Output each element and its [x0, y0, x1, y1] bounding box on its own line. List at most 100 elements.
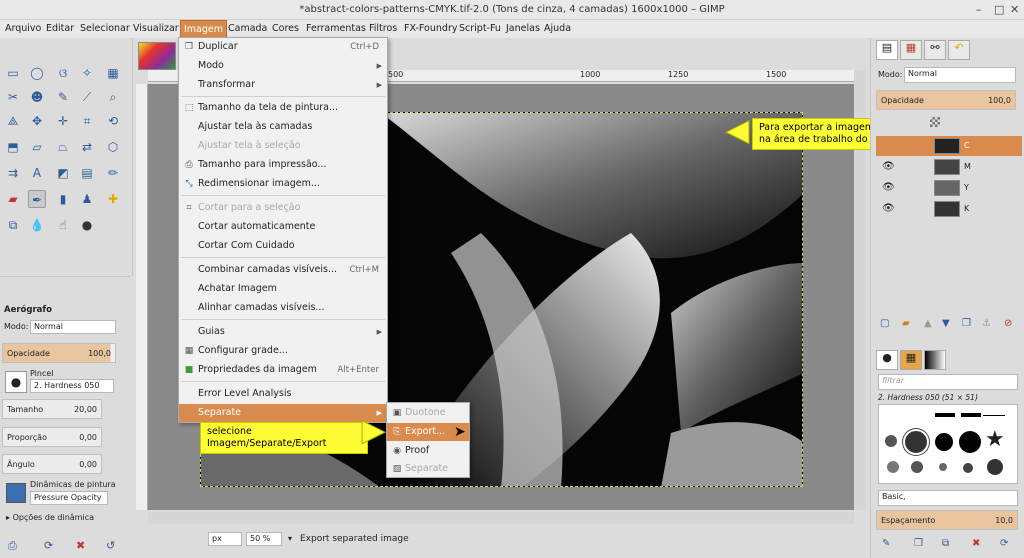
menu-item-transformar[interactable]: Transformar ▶: [179, 76, 387, 94]
eraser-icon[interactable]: ▰: [4, 190, 22, 208]
ratio-slider[interactable]: Proporção 0,00: [2, 427, 102, 447]
brush-grid[interactable]: ★: [878, 404, 1018, 484]
menu-item-guias[interactable]: Guias ▶: [179, 323, 387, 341]
menu-selecionar[interactable]: Selecionar: [77, 20, 133, 38]
reset-options-icon[interactable]: ↺: [106, 539, 115, 552]
smudge-icon[interactable]: ☝: [54, 216, 72, 234]
brush-thumb[interactable]: [935, 433, 953, 451]
paths-icon[interactable]: ✎: [54, 88, 72, 106]
menu-imagem[interactable]: Imagem: [180, 20, 228, 38]
duplicate-brush-icon[interactable]: ⧉: [942, 538, 949, 549]
gradient-icon[interactable]: ▤: [78, 164, 96, 182]
maximize-button[interactable]: □: [994, 3, 1004, 16]
rect-select-icon[interactable]: ▭: [4, 64, 22, 82]
menu-item-cortar-selecao[interactable]: ⌗ Cortar para a seleção: [179, 199, 387, 217]
layers-mode-select[interactable]: Normal: [904, 67, 1016, 83]
tab-brushes[interactable]: ●: [876, 350, 898, 370]
angle-slider[interactable]: Ângulo 0,00: [2, 454, 102, 474]
color-picker-icon[interactable]: ⟋: [78, 88, 96, 106]
layer-row-m[interactable]: 👁 M: [876, 157, 1022, 177]
horizontal-scrollbar[interactable]: [148, 512, 854, 524]
close-button[interactable]: ✕: [1010, 3, 1019, 16]
save-preset-icon[interactable]: ⎙: [8, 539, 17, 553]
flip-icon[interactable]: ⇄: [78, 138, 96, 156]
brush-thumb-selected[interactable]: [903, 429, 929, 455]
pencil-icon[interactable]: ✏: [104, 164, 122, 182]
menu-script-fu[interactable]: Script-Fu: [456, 20, 504, 38]
menu-item-achatar[interactable]: Achatar Imagem: [179, 280, 387, 298]
menu-item-ela[interactable]: Error Level Analysis: [179, 385, 387, 403]
size-slider[interactable]: Tamanho 20,00: [2, 399, 102, 419]
submenu-item-duotone[interactable]: ▣ Duotone: [387, 404, 469, 422]
brush-preset-select[interactable]: Basic,: [878, 490, 1018, 506]
heal-icon[interactable]: ✚: [104, 190, 122, 208]
menu-item-ajustar-selecao[interactable]: Ajustar tela à seleção: [179, 137, 387, 155]
clone-icon[interactable]: ♟: [78, 190, 96, 208]
tab-layers[interactable]: ▤: [876, 40, 898, 60]
duplicate-layer-icon[interactable]: ❐: [962, 318, 971, 329]
brush-thumb[interactable]: [935, 413, 955, 417]
brush-thumb[interactable]: [963, 463, 973, 473]
dynamics-icon[interactable]: [6, 483, 26, 503]
cage-icon[interactable]: ⬡: [104, 138, 122, 156]
visibility-eye-icon[interactable]: 👁: [882, 157, 895, 177]
brush-thumb[interactable]: [887, 461, 899, 473]
menu-ajuda[interactable]: Ajuda: [541, 20, 574, 38]
brush-thumb[interactable]: [911, 461, 923, 473]
new-brush-icon[interactable]: ❐: [914, 538, 923, 549]
image-tab-thumbnail[interactable]: [138, 42, 176, 70]
tab-channels[interactable]: ▦: [900, 40, 922, 60]
edit-brush-icon[interactable]: ✎: [882, 538, 890, 549]
menu-visualizar[interactable]: Visualizar: [130, 20, 182, 38]
menu-item-alinhar[interactable]: Alinhar camadas visíveis...: [179, 299, 387, 317]
lasso-icon[interactable]: ଓ: [54, 64, 72, 82]
menu-arquivo[interactable]: Arquivo: [2, 20, 44, 38]
tab-paths[interactable]: ⚯: [924, 40, 946, 60]
visibility-eye-icon[interactable]: 👁: [882, 199, 895, 219]
mode-select[interactable]: Normal: [30, 320, 116, 334]
unit-select[interactable]: px: [208, 532, 242, 546]
dynamics-options-expander[interactable]: ▸ Opções de dinâmica: [6, 513, 94, 522]
perspective-clone-icon[interactable]: ⧉: [4, 216, 22, 234]
menu-item-separate[interactable]: Separate ▶: [179, 404, 387, 422]
brush-field[interactable]: 2. Hardness 050: [30, 379, 114, 393]
color-select-icon[interactable]: ▦: [104, 64, 122, 82]
layer-row-k[interactable]: 👁 K: [876, 199, 1022, 219]
perspective-icon[interactable]: ⏢: [54, 138, 72, 156]
brush-filter-input[interactable]: filtrar: [878, 374, 1018, 390]
new-layer-icon[interactable]: ▢: [880, 318, 889, 329]
menu-filtros[interactable]: Filtros: [366, 20, 400, 38]
layer-row-c[interactable]: C: [876, 136, 1022, 156]
foreground-select-icon[interactable]: ☻: [28, 88, 46, 106]
fuzzy-select-icon[interactable]: ✧: [78, 64, 96, 82]
menu-item-cortar-cuidado[interactable]: Cortar Com Cuidado: [179, 237, 387, 255]
delete-preset-icon[interactable]: ✖: [76, 539, 85, 552]
move-icon[interactable]: ✥: [28, 112, 46, 130]
vertical-ruler[interactable]: [136, 84, 148, 510]
submenu-item-proof[interactable]: ◉ Proof: [387, 442, 469, 460]
tab-gradients[interactable]: [924, 350, 946, 370]
tab-patterns[interactable]: ▦: [900, 350, 922, 370]
menu-item-cortar-auto[interactable]: Cortar automaticamente: [179, 218, 387, 236]
ellipse-select-icon[interactable]: ◯: [28, 64, 46, 82]
blur-icon[interactable]: 💧: [28, 216, 46, 234]
menu-item-redimensionar[interactable]: ⤡ Redimensionar imagem...: [179, 175, 387, 193]
scale-icon[interactable]: ⬒: [4, 138, 22, 156]
dodge-burn-icon[interactable]: ●: [78, 216, 96, 234]
anchor-layer-icon[interactable]: ⚓: [982, 318, 991, 329]
raise-layer-icon[interactable]: ▲: [924, 318, 932, 329]
layers-opacity-slider[interactable]: Opacidade 100,0: [876, 90, 1016, 110]
zoom-dropdown-icon[interactable]: ▾: [288, 534, 292, 543]
ink-icon[interactable]: ▮: [54, 190, 72, 208]
lock-alpha-icon[interactable]: [930, 117, 940, 127]
menu-item-duplicar[interactable]: ❐ Duplicar Ctrl+D: [179, 38, 387, 56]
lower-layer-icon[interactable]: ▼: [942, 318, 950, 329]
rotate-icon[interactable]: ⟲: [104, 112, 122, 130]
star-brush-icon[interactable]: ★: [985, 427, 1005, 452]
new-group-icon[interactable]: ▰: [902, 318, 910, 329]
menu-item-tamanho-tela[interactable]: ⬚ Tamanho da tela de pintura...: [179, 99, 387, 117]
restore-preset-icon[interactable]: ⟳: [44, 539, 53, 552]
brush-thumb[interactable]: [987, 459, 1003, 475]
bucket-fill-icon[interactable]: ◩: [54, 164, 72, 182]
menu-item-ajustar-camadas[interactable]: Ajustar tela às camadas: [179, 118, 387, 136]
